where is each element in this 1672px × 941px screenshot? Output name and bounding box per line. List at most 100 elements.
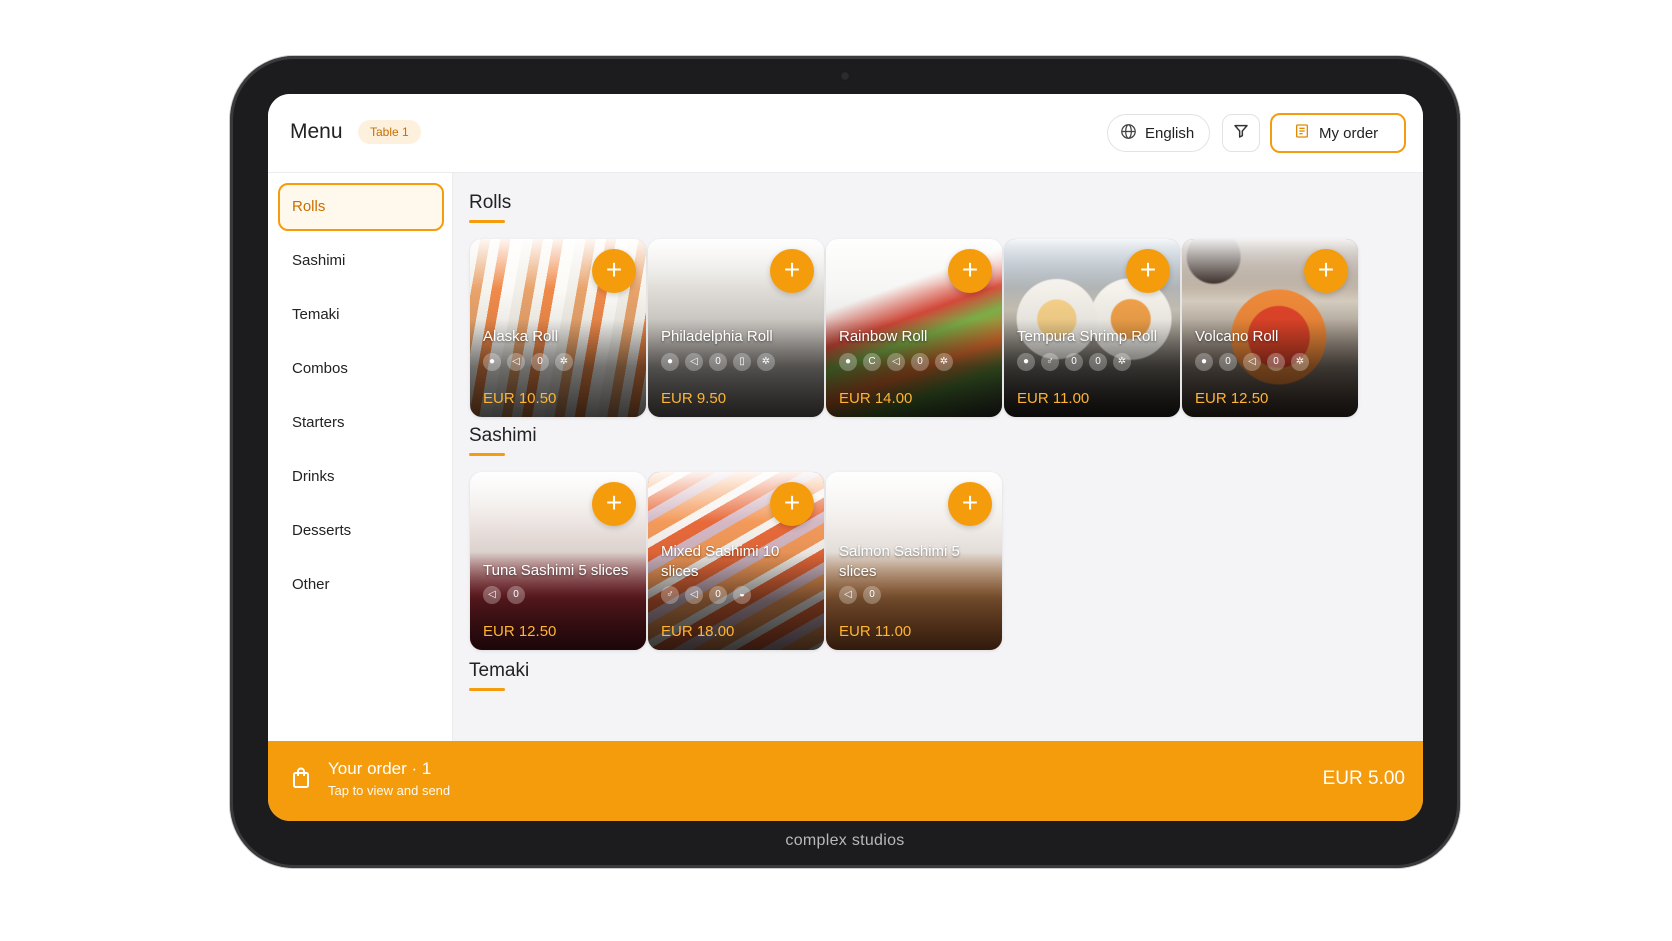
- dietary-tags: ● 0 ◁ 0 ✲: [1195, 353, 1309, 371]
- shopping-bag-icon: [292, 767, 310, 794]
- receipt-icon: [1294, 123, 1310, 143]
- tag-icon: C: [863, 353, 881, 371]
- tag-icon: ♂: [1041, 353, 1059, 371]
- order-summary-bar[interactable]: Your order · 1 Tap to view and send EUR …: [268, 741, 1423, 821]
- menu-item-card[interactable]: + Rainbow Roll ● C ◁ 0 ✲ EUR 14.00: [826, 239, 1002, 417]
- sidebar-item-other[interactable]: Other: [278, 561, 444, 609]
- tag-icon: ✲: [757, 353, 775, 371]
- item-name: Volcano Roll: [1195, 328, 1279, 345]
- tag-icon: ♂: [661, 586, 679, 604]
- tag-icon: 0: [863, 586, 881, 604]
- tag-icon: ●: [839, 353, 857, 371]
- tag-icon: ◁: [685, 586, 703, 604]
- tag-icon: 0: [507, 586, 525, 604]
- section-title-temaki: Temaki: [469, 660, 530, 681]
- tag-icon: 0: [1219, 353, 1237, 371]
- tag-icon: ◁: [839, 586, 857, 604]
- dietary-tags: ● ◁ 0 ✲: [483, 353, 573, 371]
- tag-icon: ●: [661, 353, 679, 371]
- tag-icon: ▯: [733, 353, 751, 371]
- add-item-button[interactable]: +: [770, 249, 814, 293]
- tag-icon: ◁: [1243, 353, 1261, 371]
- table-badge: Table 1: [358, 120, 421, 144]
- dietary-tags: ♂ ◁ 0 ◒: [661, 586, 751, 604]
- language-button[interactable]: English: [1107, 114, 1210, 152]
- dietary-tags: ● ♂ 0 0 ✲: [1017, 353, 1131, 371]
- tag-icon: ◁: [483, 586, 501, 604]
- add-item-button[interactable]: +: [1304, 249, 1348, 293]
- tablet-frame: Menu Table 1 English My order Rolls Sash…: [230, 56, 1460, 868]
- tag-icon: ✲: [1291, 353, 1309, 371]
- section-underline: [469, 453, 505, 456]
- sidebar-item-starters[interactable]: Starters: [278, 399, 444, 447]
- tag-icon: ✲: [935, 353, 953, 371]
- screen: Menu Table 1 English My order Rolls Sash…: [268, 94, 1423, 821]
- tag-icon: ●: [483, 353, 501, 371]
- menu-item-card[interactable]: + Alaska Roll ● ◁ 0 ✲ EUR 10.50: [470, 239, 646, 417]
- header: Menu Table 1 English My order: [268, 94, 1423, 173]
- item-name: Salmon Sashimi 5 slices: [839, 543, 960, 580]
- order-bar-title: Your order · 1: [328, 759, 432, 778]
- sidebar-item-temaki[interactable]: Temaki: [278, 291, 444, 339]
- section-title-rolls: Rolls: [469, 192, 512, 213]
- page-title: Menu: [290, 120, 343, 143]
- item-price: EUR 11.00: [1017, 390, 1090, 407]
- item-price: EUR 12.50: [1195, 390, 1269, 407]
- order-bar-subtitle: Tap to view and send: [328, 783, 451, 798]
- tag-icon: ✲: [555, 353, 573, 371]
- section-title-sashimi: Sashimi: [469, 425, 537, 446]
- menu-item-card[interactable]: + Salmon Sashimi 5 slices ◁ 0 EUR 11.00: [826, 472, 1002, 650]
- tag-icon: ◁: [507, 353, 525, 371]
- tag-icon: 0: [531, 353, 549, 371]
- tag-icon: 0: [709, 353, 727, 371]
- item-name: Tempura Shrimp Roll: [1017, 328, 1158, 345]
- tag-icon: 0: [911, 353, 929, 371]
- dietary-tags: ● C ◁ 0 ✲: [839, 353, 953, 371]
- my-order-label: My order: [1319, 124, 1379, 142]
- sidebar-item-sashimi[interactable]: Sashimi: [278, 237, 444, 285]
- dietary-tags: ● ◁ 0 ▯ ✲: [661, 353, 775, 371]
- device-brand: complex studios: [785, 832, 905, 849]
- tag-icon: ✲: [1113, 353, 1131, 371]
- item-name: Rainbow Roll: [839, 328, 928, 345]
- filter-icon: [1233, 123, 1249, 144]
- menu-item-card[interactable]: + Philadelphia Roll ● ◁ 0 ▯ ✲ EUR 9.50: [648, 239, 824, 417]
- item-name: Mixed Sashimi 10 slices: [661, 543, 780, 580]
- sidebar-item-rolls[interactable]: Rolls: [278, 183, 444, 231]
- item-name: Alaska Roll: [483, 328, 559, 345]
- item-price: EUR 11.00: [839, 623, 912, 640]
- menu-item-card[interactable]: + Mixed Sashimi 10 slices ♂ ◁ 0 ◒ EUR 18.00: [648, 472, 824, 650]
- item-price: EUR 10.50: [483, 390, 557, 407]
- my-order-button[interactable]: My order: [1270, 113, 1406, 153]
- item-price: EUR 14.00: [839, 390, 913, 407]
- item-name: Philadelphia Roll: [661, 328, 773, 345]
- dietary-tags: ◁ 0: [483, 586, 525, 604]
- add-item-button[interactable]: +: [948, 482, 992, 526]
- tag-icon: ●: [1017, 353, 1035, 371]
- tag-icon: 0: [709, 586, 727, 604]
- add-item-button[interactable]: +: [770, 482, 814, 526]
- add-item-button[interactable]: +: [948, 249, 992, 293]
- add-item-button[interactable]: +: [592, 482, 636, 526]
- tag-icon: ◒: [733, 586, 751, 604]
- sidebar-item-combos[interactable]: Combos: [278, 345, 444, 393]
- sidebar-item-drinks[interactable]: Drinks: [278, 453, 444, 501]
- add-item-button[interactable]: +: [592, 249, 636, 293]
- item-name: Tuna Sashimi 5 slices: [483, 562, 629, 579]
- item-price: EUR 12.50: [483, 623, 557, 640]
- tag-icon: ◁: [685, 353, 703, 371]
- item-price: EUR 9.50: [661, 390, 727, 407]
- category-sidebar: Rolls Sashimi Temaki Combos Starters Dri…: [268, 173, 453, 741]
- menu-item-card[interactable]: + Tuna Sashimi 5 slices ◁ 0 EUR 12.50: [470, 472, 646, 650]
- dietary-tags: ◁ 0: [839, 586, 881, 604]
- language-label: English: [1145, 124, 1195, 142]
- menu-item-card[interactable]: + Volcano Roll ● 0 ◁ 0 ✲ EUR 12.50: [1182, 239, 1358, 417]
- camera: [840, 71, 850, 81]
- filter-button[interactable]: [1222, 114, 1260, 152]
- add-item-button[interactable]: +: [1126, 249, 1170, 293]
- menu-item-card[interactable]: + Tempura Shrimp Roll ● ♂ 0 0 ✲ EUR 11.00: [1004, 239, 1180, 417]
- sidebar-item-desserts[interactable]: Desserts: [278, 507, 444, 555]
- tag-icon: 0: [1267, 353, 1285, 371]
- section-underline: [469, 220, 505, 223]
- item-price: EUR 18.00: [661, 623, 735, 640]
